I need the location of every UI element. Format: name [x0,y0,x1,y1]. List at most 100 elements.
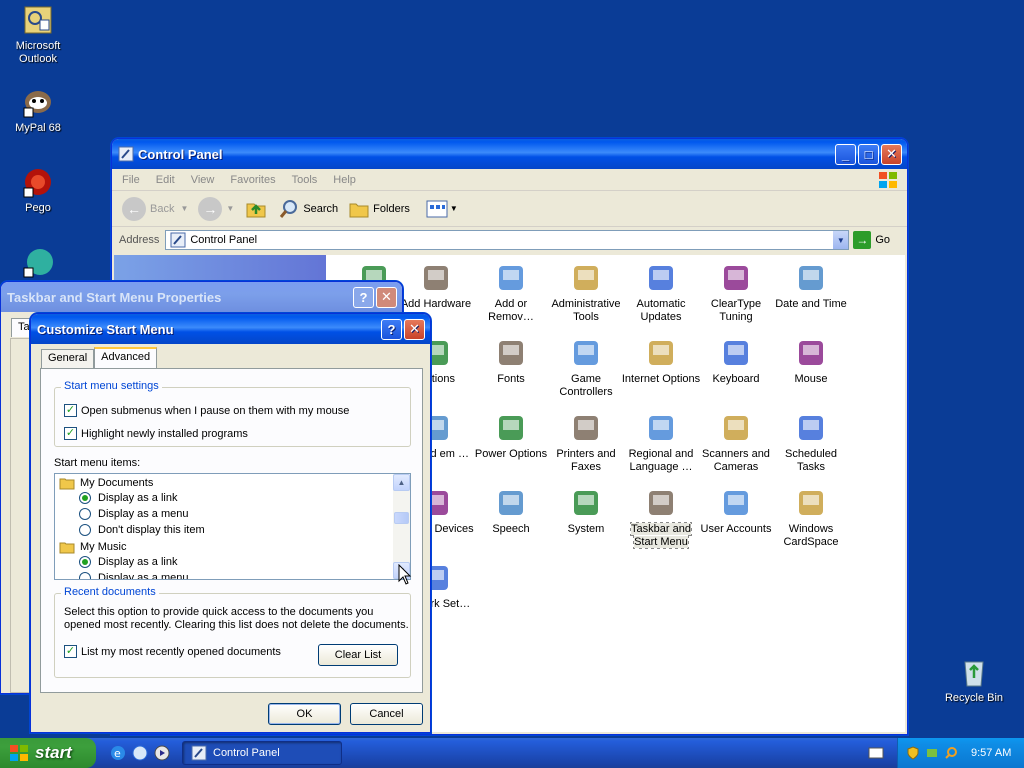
list-radio-option[interactable]: Display as a link [79,492,177,504]
globe-icon [23,249,53,278]
media-player-icon[interactable] [154,745,170,761]
cp-item-cleartype[interactable]: ClearType Tuning [696,261,776,324]
cp-item-keyboard[interactable]: Keyboard [696,336,776,386]
cp-item-label: Automatic Updates [636,298,686,323]
cp-item-regional[interactable]: Regional and Language … [621,411,701,474]
desktop-icon-unnamed[interactable] [0,246,76,282]
help-button[interactable]: ? [381,318,402,340]
radio-button[interactable] [79,556,91,568]
menu-view[interactable]: View [191,174,215,186]
customize-titlebar[interactable]: Customize Start Menu ? ✕ [31,314,430,344]
tab-advanced[interactable]: Advanced [94,347,158,368]
open-submenus-checkbox[interactable]: ✓ Open submenus when I pause on them wit… [64,404,349,417]
security-shield-icon[interactable] [906,746,920,760]
cp-item-user-accounts[interactable]: User Accounts [696,486,776,536]
menu-help[interactable]: Help [333,174,356,186]
start-button[interactable]: start [0,738,96,768]
cp-item-add-remove-programs[interactable]: Add or Remov… [471,261,551,324]
list-item-label: Display as a menu [98,572,189,580]
menu-favorites[interactable]: Favorites [230,174,275,186]
internet-options-icon [649,341,673,365]
scroll-thumb[interactable] [394,512,409,524]
ok-button[interactable]: OK [268,703,341,725]
radio-button[interactable] [79,492,91,504]
list-radio-option[interactable]: Display as a menu [79,572,189,580]
cp-item-scanners[interactable]: Scanners and Cameras [696,411,776,474]
close-button[interactable]: ✕ [881,143,902,165]
mouse-icon [799,341,823,365]
address-dropdown-button[interactable]: ▼ [832,231,849,249]
forward-arrow-icon: → [198,196,223,221]
cp-item-fonts[interactable]: Fonts [471,336,551,386]
list-radio-option[interactable]: Display as a link [79,556,177,568]
desktop-icon-recycle-bin[interactable]: Recycle Bin [936,656,1012,705]
start-menu-items-list[interactable]: My Documents Display as a link Display as … [54,473,411,580]
cp-item-internet-options[interactable]: Internet Options [621,336,701,386]
maximize-button[interactable]: □ [858,143,879,165]
checkbox-checked[interactable]: ✓ [64,404,77,417]
cp-item-label: Scheduled Tasks [785,448,837,473]
close-button[interactable]: ✕ [404,318,425,340]
list-folder-item[interactable]: My Music [59,540,126,554]
clock[interactable]: 9:57 AM [971,747,1011,759]
group-label: Recent documents [61,586,159,598]
clear-list-button[interactable]: Clear List [318,644,398,666]
cp-item-automatic-updates[interactable]: Automatic Updates [621,261,701,324]
back-arrow-icon: ← [122,196,146,221]
radio-button[interactable] [79,508,91,520]
control-panel-small-icon [170,232,186,248]
help-button[interactable]: ? [353,286,374,308]
list-radio-option[interactable]: Don't display this item [79,524,205,536]
scroll-up-button[interactable]: ▲ [393,474,410,491]
cp-item-mouse[interactable]: Mouse [771,336,851,386]
cp-item-system[interactable]: System [546,486,626,536]
taskbar-button-control-panel[interactable]: Control Panel [182,741,342,765]
desktop-icon-outlook[interactable]: Microsoft Outlook [0,4,76,66]
menu-tools[interactable]: Tools [292,174,318,186]
svg-text:e: e [114,747,121,760]
search-tray-icon[interactable] [944,746,958,760]
cp-item-taskbar[interactable]: Taskbar and Start Menu [621,486,701,549]
back-button[interactable]: ← Back ▼ [122,196,188,221]
cp-item-power-options[interactable]: Power Options [471,411,551,461]
tab-general[interactable]: General [41,349,95,368]
cp-item-speech[interactable]: Speech [471,486,551,536]
desktop-icon-mypal[interactable]: MyPal 68 [0,86,76,135]
cp-item-administrative-tools[interactable]: Administrative Tools [546,261,626,324]
views-button[interactable]: ▼ [426,199,458,219]
checkbox-checked[interactable]: ✓ [64,645,77,658]
close-button[interactable]: ✕ [376,286,397,308]
menu-edit[interactable]: Edit [156,174,175,186]
list-recent-documents-checkbox[interactable]: ✓ List my most recently opened documents [64,645,281,658]
outlook-express-icon[interactable] [132,745,148,761]
cp-item-date-time[interactable]: Date and Time [771,261,851,311]
cancel-button[interactable]: Cancel [350,703,423,725]
folders-button[interactable]: Folders [348,198,410,220]
menu-file[interactable]: File [122,174,140,186]
radio-button[interactable] [79,572,91,579]
checkbox-checked[interactable]: ✓ [64,427,77,440]
control-panel-titlebar[interactable]: Control Panel _ □ ✕ [112,139,907,169]
network-icon[interactable] [925,746,939,760]
radio-button[interactable] [79,524,91,536]
list-radio-option[interactable]: Display as a menu [79,508,189,520]
list-item-label: Display as a link [98,492,178,504]
list-folder-item[interactable]: My Documents [59,476,153,490]
cp-item-game-controllers[interactable]: Game Controllers [546,336,626,399]
internet-explorer-icon[interactable]: e [110,745,126,761]
cp-item-printers[interactable]: Printers and Faxes [546,411,626,474]
go-button[interactable]: → Go [853,231,890,249]
keyboard-layout-icon[interactable] [868,747,884,759]
taskbar-properties-titlebar[interactable]: Taskbar and Start Menu Properties ? ✕ [1,282,402,312]
forward-button[interactable]: → ▼ [198,196,234,221]
desktop-icon-pego[interactable]: Pego [0,166,76,215]
up-folder-icon[interactable] [244,197,268,221]
cp-item-add-hardware[interactable]: Add Hardware [396,261,476,311]
highlight-new-programs-checkbox[interactable]: ✓ Highlight newly installed programs [64,427,248,440]
cp-item-label: Fonts [497,373,525,385]
cp-item-cardspace[interactable]: Windows CardSpace [771,486,851,549]
minimize-button[interactable]: _ [835,143,856,165]
address-field[interactable]: Control Panel ▼ [165,230,850,250]
search-button[interactable]: Search [278,198,338,220]
cp-item-scheduled-tasks[interactable]: Scheduled Tasks [771,411,851,474]
